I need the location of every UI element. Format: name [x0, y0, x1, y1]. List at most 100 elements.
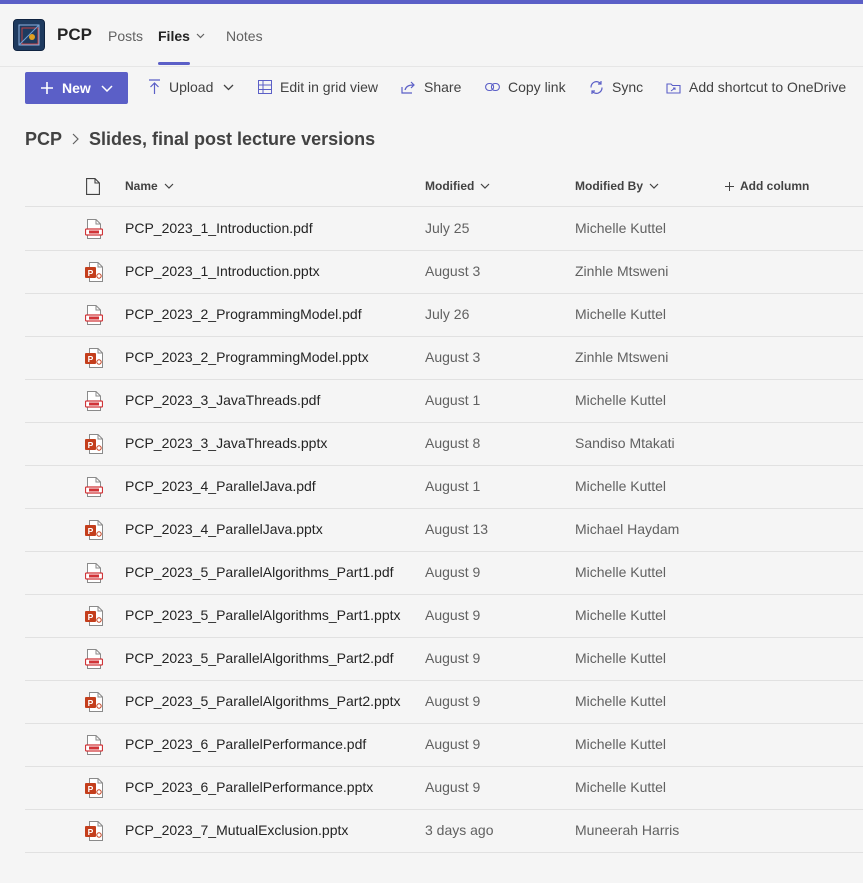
file-row[interactable]: P PCP_2023_2_ProgrammingModel.pptx August …	[25, 337, 863, 380]
file-modified-date: July 25	[425, 220, 470, 236]
tab-posts[interactable]: Posts	[108, 28, 143, 44]
pptx-file-icon: P	[85, 821, 103, 841]
team-logo-icon[interactable]	[13, 19, 45, 51]
edit-grid-view-button[interactable]: Edit in grid view	[258, 79, 378, 95]
file-modified-date: August 9	[425, 650, 481, 666]
chevron-down-icon	[649, 183, 659, 189]
column-header-name[interactable]: Name	[125, 179, 174, 193]
file-modified-by: Zinhle Mtsweni	[575, 349, 669, 365]
file-row[interactable]: PCP_2023_5_ParallelAlgorithms_Part2.pdf A…	[25, 638, 863, 681]
file-row[interactable]: P PCP_2023_1_Introduction.pptx August 3 Zin…	[25, 251, 863, 294]
file-modified-by: Michelle Kuttel	[575, 607, 667, 623]
pdf-file-icon	[84, 563, 104, 583]
breadcrumb: PCP Slides, final post lecture versions	[25, 128, 375, 150]
file-modified-by: Michelle Kuttel	[575, 736, 667, 752]
tab-notes[interactable]: Notes	[226, 28, 263, 44]
svg-text:P: P	[88, 440, 94, 450]
plus-icon	[725, 181, 734, 191]
svg-text:P: P	[88, 354, 94, 364]
file-modified-date: August 1	[425, 392, 481, 408]
file-name-link[interactable]: PCP_2023_3_JavaThreads.pdf	[125, 392, 320, 408]
sync-icon	[590, 80, 603, 94]
file-name-link[interactable]: PCP_2023_7_MutualExclusion.pptx	[125, 822, 348, 838]
file-row[interactable]: PCP_2023_5_ParallelAlgorithms_Part1.pdf A…	[25, 552, 863, 595]
chevron-right-icon	[72, 133, 79, 145]
file-modified-by: Sandiso Mtakati	[575, 435, 675, 451]
svg-text:P: P	[88, 612, 94, 622]
link-icon	[485, 82, 500, 92]
share-button[interactable]: Share	[401, 79, 461, 95]
file-row[interactable]: P PCP_2023_4_ParallelJava.pptx August 13 Mi…	[25, 509, 863, 552]
svg-text:P: P	[88, 526, 94, 536]
file-modified-by: Michelle Kuttel	[575, 220, 667, 236]
channel-header: PCP Posts Files Notes	[0, 4, 863, 66]
sync-label: Sync	[612, 79, 644, 95]
column-header-modified[interactable]: Modified	[425, 179, 490, 193]
sync-button[interactable]: Sync	[589, 79, 643, 95]
pdf-file-icon	[84, 219, 104, 239]
file-name-link[interactable]: PCP_2023_1_Introduction.pdf	[125, 220, 313, 236]
file-modified-date: August 13	[425, 521, 489, 537]
file-modified-date: July 26	[425, 306, 470, 322]
file-name-link[interactable]: PCP_2023_5_ParallelAlgorithms_Part1.pdf	[125, 564, 394, 580]
pdf-file-icon	[84, 649, 104, 669]
file-name-link[interactable]: PCP_2023_4_ParallelJava.pptx	[125, 521, 323, 537]
file-name-link[interactable]: PCP_2023_4_ParallelJava.pdf	[125, 478, 316, 494]
pptx-file-icon: P	[85, 606, 103, 626]
team-name[interactable]: PCP	[57, 25, 92, 45]
file-modified-by: Michelle Kuttel	[575, 478, 667, 494]
file-name-link[interactable]: PCP_2023_6_ParallelPerformance.pdf	[125, 736, 366, 752]
file-row[interactable]: P PCP_2023_3_JavaThreads.pptx August 8 Sand…	[25, 423, 863, 466]
upload-button[interactable]: Upload	[148, 79, 242, 95]
pptx-file-icon: P	[85, 434, 103, 454]
file-modified-date: August 9	[425, 607, 481, 623]
file-name-link[interactable]: PCP_2023_2_ProgrammingModel.pdf	[125, 306, 362, 322]
file-name-link[interactable]: PCP_2023_6_ParallelPerformance.pptx	[125, 779, 373, 795]
file-row[interactable]: PCP_2023_2_ProgrammingModel.pdf July 26 Mi…	[25, 294, 863, 337]
file-type-icon[interactable]	[86, 178, 100, 200]
file-name-link[interactable]: PCP_2023_1_Introduction.pptx	[125, 263, 320, 279]
file-row[interactable]: PCP_2023_1_Introduction.pdf July 25 Michel…	[25, 208, 863, 251]
file-modified-date: August 8	[425, 435, 481, 451]
file-modified-by: Michelle Kuttel	[575, 650, 667, 666]
add-shortcut-label: Add shortcut to OneDrive	[689, 79, 847, 95]
command-bar: New Upload Edit in grid view Share Copy …	[0, 67, 863, 109]
file-row[interactable]: P PCP_2023_5_ParallelAlgorithms_Part2.ppt…	[25, 681, 863, 724]
file-row[interactable]: PCP_2023_6_ParallelPerformance.pdf August…	[25, 724, 863, 767]
shortcut-icon	[666, 82, 681, 94]
copy-link-button[interactable]: Copy link	[485, 79, 566, 95]
file-modified-by: Michelle Kuttel	[575, 306, 667, 322]
pptx-file-icon: P	[85, 778, 103, 798]
add-column-button[interactable]: Add column	[725, 179, 809, 193]
breadcrumb-current: Slides, final post lecture versions	[89, 128, 376, 149]
file-name-link[interactable]: PCP_2023_5_ParallelAlgorithms_Part2.pdf	[125, 650, 394, 666]
file-modified-by: Michael Haydam	[575, 521, 680, 537]
add-shortcut-button[interactable]: Add shortcut to OneDrive	[666, 79, 846, 95]
file-modified-date: August 9	[425, 564, 481, 580]
file-modified-by: Michelle Kuttel	[575, 693, 667, 709]
chevron-down-icon	[196, 33, 205, 39]
file-row[interactable]: PCP_2023_4_ParallelJava.pdf August 1 Miche…	[25, 466, 863, 509]
breadcrumb-root[interactable]: PCP	[25, 129, 62, 150]
file-row[interactable]: P PCP_2023_6_ParallelPerformance.pptx Augu…	[25, 767, 863, 810]
file-modified-by: Michelle Kuttel	[575, 564, 667, 580]
svg-text:P: P	[88, 268, 94, 278]
new-button[interactable]: New	[25, 72, 128, 104]
chevron-down-icon	[480, 183, 490, 189]
file-row[interactable]: PCP_2023_3_JavaThreads.pdf August 1 Michel…	[25, 380, 863, 423]
grid-icon	[258, 80, 272, 94]
file-name-link[interactable]: PCP_2023_5_ParallelAlgorithms_Part1.pptx	[125, 607, 401, 623]
pdf-file-icon	[84, 477, 104, 497]
plus-icon	[41, 82, 53, 94]
file-row[interactable]: P PCP_2023_7_MutualExclusion.pptx 3 days a…	[25, 810, 863, 853]
file-modified-by: Michelle Kuttel	[575, 779, 667, 795]
file-name-link[interactable]: PCP_2023_5_ParallelAlgorithms_Part2.pptx	[125, 693, 401, 709]
file-name-link[interactable]: PCP_2023_3_JavaThreads.pptx	[125, 435, 327, 451]
column-header-modified-by[interactable]: Modified By	[575, 179, 659, 193]
tab-files[interactable]: Files	[158, 28, 205, 44]
file-row[interactable]: P PCP_2023_5_ParallelAlgorithms_Part1.ppt…	[25, 595, 863, 638]
file-name-link[interactable]: PCP_2023_2_ProgrammingModel.pptx	[125, 349, 369, 365]
file-modified-date: 3 days ago	[425, 822, 494, 838]
chevron-down-icon	[101, 84, 113, 92]
column-modified-by-label: Modified By	[575, 179, 643, 193]
